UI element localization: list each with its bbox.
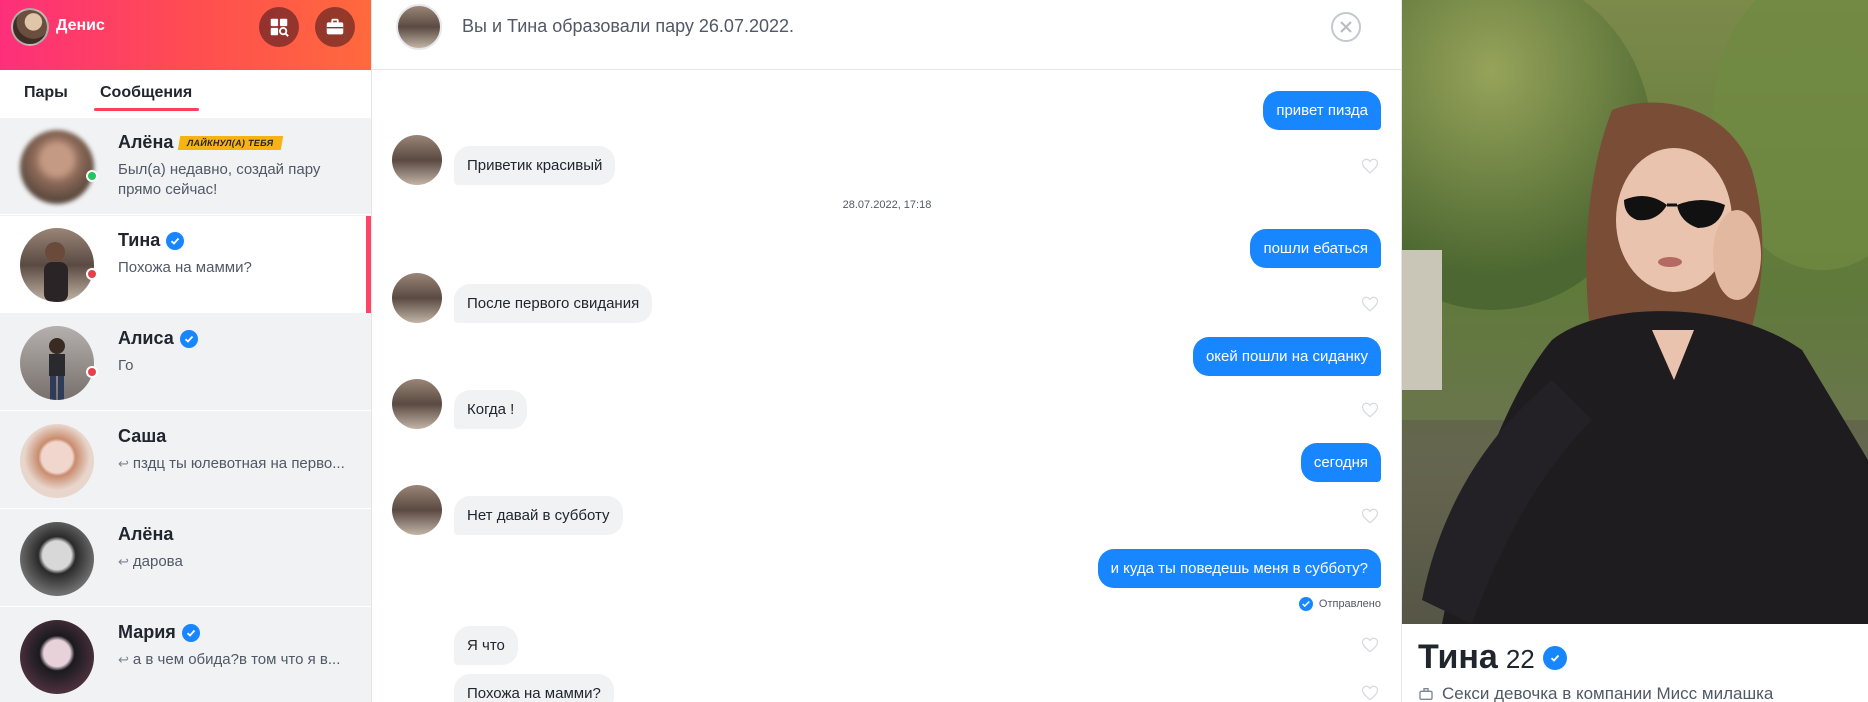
conversation-item[interactable]: Алёна ↩ дарова: [0, 510, 371, 607]
outgoing-message[interactable]: и куда ты поведешь меня в субботу?: [1097, 549, 1381, 588]
conversation-preview: ↩ дарова: [118, 552, 363, 572]
conversation-item-selected[interactable]: Тина Похожа на мамми?: [0, 216, 371, 313]
tab-pairs[interactable]: Пары: [24, 84, 68, 102]
heart-icon[interactable]: [1361, 295, 1379, 313]
verified-icon: [181, 623, 200, 642]
contact-name: Саша: [118, 426, 167, 446]
conversation-name: Мария: [118, 622, 200, 643]
heart-icon[interactable]: [1361, 157, 1379, 175]
contact-name: Алиса: [118, 328, 174, 348]
heart-icon[interactable]: [1361, 636, 1379, 654]
sent-check-icon: [1298, 597, 1313, 611]
profile-name-row: Тина 22: [1418, 638, 1567, 677]
profile-job: Секси девочка в компании Мисс милашка: [1418, 684, 1773, 702]
conversation-item[interactable]: Алёна ЛАЙКНУЛ(А) ТЕБЯ Был(а) недавно, со…: [0, 118, 371, 215]
chat-header: Вы и Тина образовали пару 26.07.2022.: [372, 0, 1401, 70]
sidebar-tabs: Пары Сообщения: [0, 70, 371, 118]
chat-panel: Вы и Тина образовали пару 26.07.2022. пр…: [372, 0, 1402, 702]
conversation-name: Алиса: [118, 328, 198, 349]
conversation-name: Тина: [118, 230, 185, 251]
conversation-preview: Был(а) недавно, создай пару прямо сейчас…: [118, 161, 321, 198]
incoming-message[interactable]: Нет давай в субботу: [454, 496, 623, 535]
incoming-message[interactable]: После первого свидания: [454, 284, 653, 323]
conversation-preview: ↩ а в чем обида?в том что я в...: [118, 650, 363, 670]
profile-panel: Тина 22 Секси девочка в компании Мисс ми…: [1402, 0, 1868, 702]
verified-icon: [166, 231, 185, 250]
outgoing-message[interactable]: сегодня: [1300, 443, 1381, 482]
briefcase-icon: [326, 18, 344, 35]
heart-icon[interactable]: [1361, 401, 1379, 419]
conversation-preview: Го: [118, 357, 134, 374]
heart-icon[interactable]: [1361, 684, 1379, 702]
sidebar-header: Денис: [0, 0, 371, 70]
profile-age: 22: [1505, 644, 1535, 674]
tinder-messages-app: Денис Пары Сообщения Алёна ЛАЙКНУЛ(А) ТЕ…: [0, 0, 1868, 702]
conversation-preview: Похожа на мамми?: [118, 259, 252, 276]
sender-avatar[interactable]: [392, 135, 442, 185]
tab-messages[interactable]: Сообщения: [93, 84, 200, 111]
conversation-name: Саша: [118, 426, 166, 447]
avatar: [20, 424, 94, 498]
my-avatar[interactable]: [11, 8, 49, 46]
outgoing-message[interactable]: привет пизда: [1263, 91, 1381, 130]
chat-avatar[interactable]: [396, 4, 442, 50]
sender-avatar[interactable]: [392, 485, 442, 535]
preview-text: пздц ты юлевотная на перво...: [132, 455, 345, 472]
online-status-dot: [86, 170, 98, 182]
incoming-message[interactable]: Когда !: [454, 390, 528, 429]
work-button[interactable]: [315, 7, 355, 47]
profile-photo[interactable]: [1402, 0, 1868, 624]
contact-name: Алёна: [118, 524, 174, 544]
explore-button[interactable]: [259, 7, 299, 47]
reply-icon: ↩: [118, 554, 129, 569]
outgoing-message[interactable]: окей пошли на сиданку: [1192, 337, 1381, 376]
conversation-item[interactable]: Алиса Го: [0, 314, 371, 411]
contact-name: Мария: [118, 622, 176, 642]
my-name[interactable]: Денис: [56, 17, 105, 35]
avatar: [20, 522, 94, 596]
sent-status: Отправлено: [1298, 597, 1381, 611]
avatar: [20, 130, 94, 204]
preview-text: дарова: [132, 553, 183, 570]
reply-icon: ↩: [118, 652, 129, 667]
incoming-message[interactable]: Похожа на мамми?: [454, 674, 614, 702]
chat-title: Вы и Тина образовали пару 26.07.2022.: [462, 16, 794, 36]
sender-avatar[interactable]: [392, 273, 442, 323]
sent-status-text: Отправлено: [1318, 598, 1381, 610]
heart-icon[interactable]: [1361, 507, 1379, 525]
profile-name: Тина: [1418, 638, 1498, 676]
explore-icon: [270, 18, 289, 37]
conversation-name: Алёна: [118, 524, 173, 545]
close-button[interactable]: [1331, 12, 1361, 42]
preview-text: а в чем обида?в том что я в...: [132, 651, 341, 668]
contact-name: Тина: [118, 230, 161, 250]
contact-name: Алёна: [118, 132, 174, 152]
incoming-message[interactable]: Приветик красивый: [454, 146, 616, 185]
conversation-item[interactable]: Мария ↩ а в чем обида?в том что я в...: [0, 608, 371, 702]
briefcase-icon: [1419, 688, 1433, 700]
verified-icon: [1542, 645, 1567, 670]
sender-avatar[interactable]: [392, 379, 442, 429]
profile-job-text: Секси девочка в компании Мисс милашка: [1442, 684, 1774, 702]
liked-you-badge: ЛАЙКНУЛ(А) ТЕБЯ: [178, 135, 284, 150]
offline-status-dot: [86, 268, 98, 280]
sidebar: Денис Пары Сообщения Алёна ЛАЙКНУЛ(А) ТЕ…: [0, 0, 372, 702]
conversation-preview: ↩ пздц ты юлевотная на перво...: [118, 454, 363, 474]
timestamp: 28.07.2022, 17:18: [842, 199, 932, 211]
outgoing-message[interactable]: пошли ебаться: [1250, 229, 1381, 268]
incoming-message[interactable]: Я что: [454, 626, 518, 665]
reply-icon: ↩: [118, 456, 129, 471]
conversation-name: Алёна ЛАЙКНУЛ(А) ТЕБЯ: [118, 132, 284, 153]
avatar: [20, 620, 94, 694]
close-icon: [1340, 21, 1352, 33]
avatar: [20, 228, 94, 302]
verified-icon: [179, 329, 198, 348]
offline-status-dot: [86, 366, 98, 378]
conversation-item[interactable]: Саша ↩ пздц ты юлевотная на перво...: [0, 412, 371, 509]
avatar: [20, 326, 94, 400]
